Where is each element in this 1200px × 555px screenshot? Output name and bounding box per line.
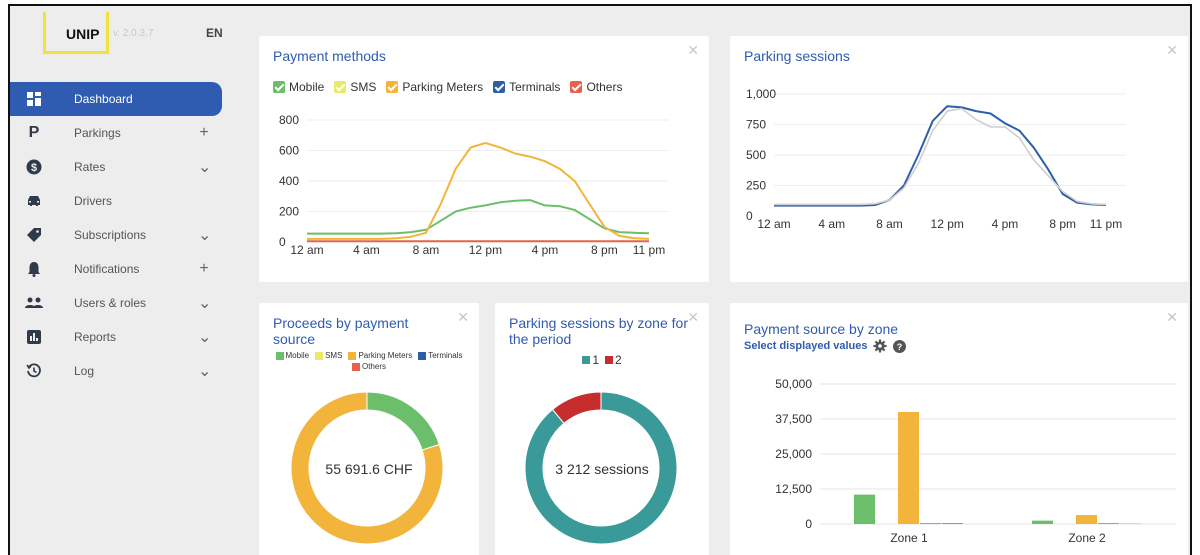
proceeds-card: Proceeds by payment source ✕ Mobile SMS … (259, 303, 479, 555)
donut-center-label: 55 691.6 CHF (325, 461, 413, 477)
sidebar-item-label: Dashboard (74, 92, 133, 106)
chevron-down-icon[interactable]: ⌄ (198, 293, 211, 313)
x-tick-label: 12 pm (931, 217, 964, 231)
rates-icon: $ (25, 158, 43, 176)
x-tick-label: 4 pm (992, 217, 1019, 231)
sidebar-item-label: Reports (74, 330, 117, 344)
reports-icon (25, 328, 43, 346)
plus-icon[interactable]: + (198, 124, 210, 142)
bar-zone-2-mobile (1032, 520, 1053, 524)
x-tick-label: 11 pm (1090, 217, 1122, 231)
car-icon (25, 192, 43, 210)
bar-zone-1-others (942, 523, 963, 524)
parking-sessions-chart: 1,000 750 500 250 0 12 am 4 am 8 am 12 pm 4 pm 8 p… (746, 87, 1126, 231)
y-tick-label: 200 (279, 205, 299, 219)
sidebar-item-notifications[interactable]: Notifications + (10, 252, 236, 286)
bar-zone-1-terminals (920, 523, 941, 524)
y-tick-label: 500 (746, 148, 766, 162)
x-tick-label: 8 pm (1049, 217, 1076, 231)
y-tick-label: 37,500 (775, 412, 812, 426)
y-tick-label: 800 (279, 113, 299, 127)
y-tick-label: 400 (279, 174, 299, 188)
x-tick-label: Zone 2 (1068, 531, 1106, 545)
donut-slice-mobile (366, 391, 440, 451)
users-icon (25, 294, 43, 312)
language-switch[interactable]: EN (206, 26, 223, 40)
sidebar-item-subscriptions[interactable]: Subscriptions ⌄ (10, 218, 236, 252)
bar-zone-2-parking-meters (1076, 515, 1097, 524)
payment-methods-card: Payment methods ✕ Mobile SMS Parking Met… (259, 36, 709, 282)
sidebar-item-label: Subscriptions (74, 228, 147, 242)
y-tick-label: 50,000 (775, 377, 812, 391)
y-tick-label: 25,000 (775, 447, 812, 461)
sidebar-item-label: Parkings (74, 126, 121, 140)
sidebar-item-label: Notifications (74, 262, 140, 276)
source-by-zone-card: Payment source by zone ✕ Select displaye… (730, 303, 1188, 555)
sidebar-item-label: Log (74, 364, 95, 378)
sidebar-item-parkings[interactable]: P Parkings + (10, 116, 236, 150)
x-tick-label: 12 am (290, 243, 323, 257)
parking-icon: P (28, 124, 40, 141)
chevron-down-icon[interactable]: ⌄ (198, 327, 211, 347)
sidebar-item-drivers[interactable]: Drivers (10, 184, 236, 218)
sidebar-item-rates[interactable]: $ Rates ⌄ (10, 150, 236, 184)
plus-icon[interactable]: + (198, 260, 210, 278)
parking-sessions-card: Parking sessions ✕ 1,000 750 500 250 0 12 am 4… (730, 36, 1188, 282)
chevron-down-icon[interactable]: ⌄ (198, 225, 211, 245)
sidebar: UNIP v. 2.0.3.7 EN Dashboard P Parkings … (10, 6, 236, 555)
bar-zone-1-parking-meters (898, 412, 919, 524)
y-tick-label: 0 (279, 235, 286, 249)
series-line-previous (774, 107, 1107, 206)
tag-icon (25, 226, 43, 244)
sidebar-item-dashboard[interactable]: Dashboard (10, 82, 222, 116)
version-label: v. 2.0.3.7 (113, 28, 154, 39)
x-tick-label: 8 am (413, 243, 440, 257)
zone-sessions-card: Parking sessions by zone for the period … (495, 303, 709, 555)
zone-sessions-donut-chart (524, 391, 678, 545)
x-tick-label: 8 pm (591, 243, 618, 257)
x-tick-label: 12 pm (469, 243, 502, 257)
chevron-down-icon[interactable]: ⌄ (198, 361, 211, 381)
x-tick-label: 4 am (353, 243, 380, 257)
sidebar-item-label: Users & roles (74, 296, 147, 310)
bell-icon (25, 260, 43, 278)
sidebar-item-label: Drivers (74, 194, 112, 208)
payment-methods-chart: 800 600 400 200 0 12 am 4 am 8 am 12 pm 4 pm 8 pm 1… (279, 113, 669, 257)
sidebar-item-reports[interactable]: Reports ⌄ (10, 320, 236, 354)
donut-slice-2 (551, 391, 602, 425)
sidebar-item-label: Rates (74, 160, 106, 174)
y-tick-label: 12,500 (775, 482, 812, 496)
bar-zone-2-terminals (1098, 523, 1119, 524)
y-tick-label: 600 (279, 144, 299, 158)
x-tick-label: 8 am (876, 217, 903, 231)
x-tick-label: 11 pm (633, 243, 665, 257)
svg-text:$: $ (31, 162, 37, 174)
y-tick-label: 750 (746, 118, 766, 132)
sidebar-nav: Dashboard P Parkings + $ Rates ⌄ Drivers (10, 82, 236, 388)
y-tick-label: 1,000 (746, 87, 776, 101)
donut-center-label: 3 212 sessions (555, 461, 649, 477)
y-tick-label: 0 (805, 517, 812, 531)
sidebar-item-users-roles[interactable]: Users & roles ⌄ (10, 286, 236, 320)
brand-name: UNIP (66, 26, 100, 42)
chevron-down-icon[interactable]: ⌄ (198, 157, 211, 177)
sidebar-item-log[interactable]: Log ⌄ (10, 354, 236, 388)
app-window: UNIP v. 2.0.3.7 EN Dashboard P Parkings … (8, 4, 1192, 555)
y-tick-label: 0 (746, 209, 753, 223)
source-by-zone-bar-chart: 50,000 37,500 25,000 12,500 0 Zone 1 Zone 2 (775, 377, 1176, 545)
x-tick-label: 4 am (818, 217, 845, 231)
dashboard-icon (25, 90, 43, 108)
bar-zone-1-mobile (854, 494, 875, 524)
history-icon (25, 362, 43, 380)
x-tick-label: 4 pm (532, 243, 559, 257)
proceeds-donut-chart (290, 391, 444, 545)
x-tick-label: Zone 1 (890, 531, 928, 545)
x-tick-label: 12 am (757, 217, 790, 231)
y-tick-label: 250 (746, 179, 766, 193)
